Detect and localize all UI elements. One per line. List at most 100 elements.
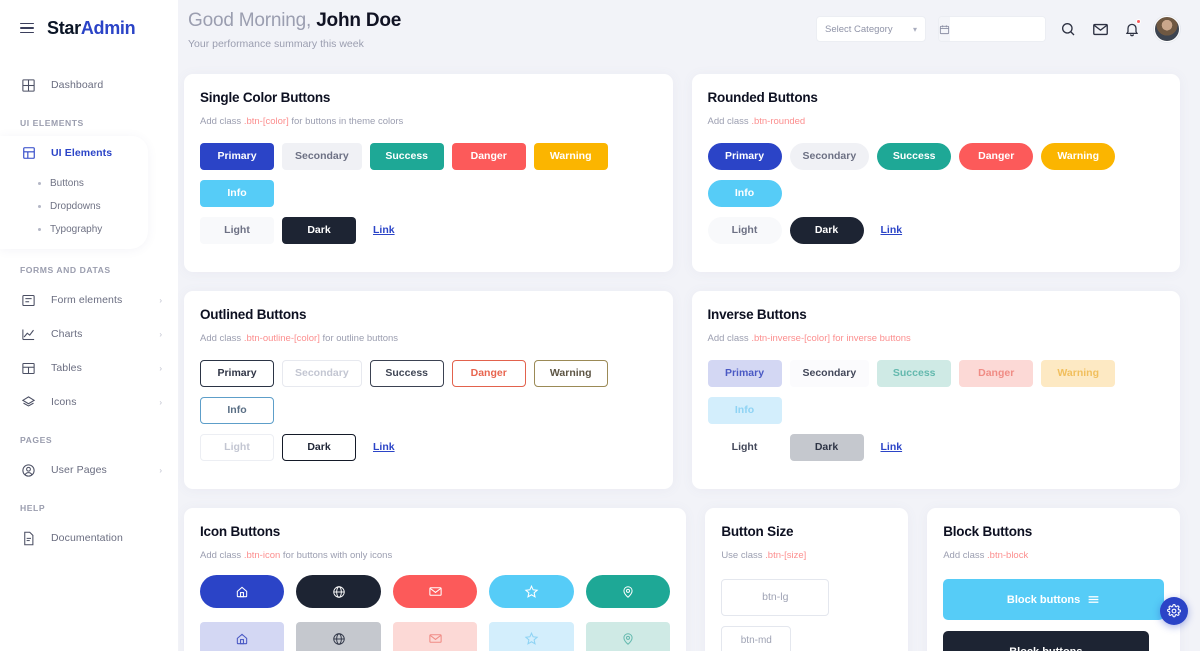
card-title: Inverse Buttons (707, 307, 807, 322)
btn-primary[interactable]: Primary (707, 143, 782, 170)
category-select[interactable]: Select Category ▾ (816, 16, 926, 42)
card-title: Button Size (721, 524, 794, 539)
icon-btn-home[interactable] (200, 575, 285, 608)
icon-btn-star[interactable] (489, 575, 574, 608)
btn-link[interactable]: Link (364, 217, 404, 244)
card-button-size: Button Size Use class .btn-[size] btn-lg… (705, 508, 909, 651)
icon-btn-globe[interactable] (296, 575, 381, 608)
sidebar-item-icons-label: Icons (51, 396, 77, 408)
mail-icon[interactable] (1090, 19, 1110, 39)
btn-inverse-warning[interactable]: Warning (1041, 360, 1116, 387)
block-button-dark[interactable]: Block buttons (943, 631, 1149, 651)
icon-btn-mail[interactable] (392, 575, 478, 608)
sidebar-item-dashboard[interactable]: Dashboard (0, 68, 178, 102)
card-title: Single Color Buttons (200, 90, 331, 105)
btn-outline-warning[interactable]: Warning (533, 360, 608, 387)
btn-secondary[interactable]: Secondary (282, 143, 362, 170)
button-group-row2: Light Dark Link (707, 434, 1165, 471)
btn-outline-info[interactable]: Info (200, 397, 274, 424)
btn-success[interactable]: Success (877, 143, 952, 170)
btn-outline-danger[interactable]: Danger (451, 360, 526, 387)
btn-link[interactable]: Link (872, 217, 912, 244)
btn-warning[interactable]: Warning (533, 143, 608, 170)
btn-inverse-success[interactable]: Success (877, 360, 952, 387)
btn-dark[interactable]: Dark (282, 217, 356, 244)
btn-outline-dark[interactable]: Dark (282, 434, 356, 461)
btn-danger[interactable]: Danger (451, 143, 526, 170)
sidebar-item-form-elements[interactable]: Form elements › (0, 283, 178, 317)
sidebar-item-icons[interactable]: Icons › (0, 385, 178, 419)
btn-inverse-primary[interactable]: Primary (707, 360, 782, 387)
card-rounded-buttons: Rounded Buttons Add class .btn-rounded P… (691, 74, 1180, 272)
btn-outline-secondary[interactable]: Secondary (282, 360, 362, 387)
sidebar-item-charts[interactable]: Charts › (0, 317, 178, 351)
desc-prefix: Add class (200, 550, 242, 561)
brand-logo[interactable]: StarAdmin (47, 18, 136, 39)
card-subtitle: Add class .btn-inverse-[color] for inver… (708, 333, 1165, 344)
btn-size-lg-ghost[interactable]: btn-lg (721, 579, 830, 616)
avatar[interactable] (1154, 16, 1180, 42)
btn-dark[interactable]: Dark (789, 217, 864, 244)
bell-icon[interactable] (1122, 19, 1142, 39)
btn-outline-primary[interactable]: Primary (200, 360, 274, 387)
icon-btn-inverse-home[interactable] (200, 622, 285, 651)
sidebar-item-ui-elements[interactable]: UI Elements (0, 136, 148, 170)
star-icon (524, 631, 539, 646)
btn-info[interactable]: Info (707, 180, 782, 207)
btn-inverse-danger[interactable]: Danger (959, 360, 1034, 387)
mail-icon (428, 584, 443, 599)
btn-inverse-light[interactable]: Light (707, 434, 782, 461)
block-button-info-label: Block buttons (1006, 593, 1081, 606)
sidebar-subitem-dropdowns[interactable]: Dropdowns (0, 195, 148, 218)
sidebar-item-documentation[interactable]: Documentation (0, 521, 178, 555)
sidebar-subitem-buttons[interactable]: Buttons (0, 172, 148, 195)
btn-inverse-secondary[interactable]: Secondary (789, 360, 870, 387)
btn-warning[interactable]: Warning (1041, 143, 1116, 170)
button-group-row2: Light Dark Link (200, 217, 657, 254)
sidebar-item-tables[interactable]: Tables › (0, 351, 178, 385)
btn-light[interactable]: Light (707, 217, 782, 244)
gear-icon (1167, 604, 1181, 618)
btn-light[interactable]: Light (200, 217, 274, 244)
btn-info[interactable]: Info (200, 180, 274, 207)
icon-btn-map-pin[interactable] (585, 575, 671, 608)
btn-success[interactable]: Success (369, 143, 444, 170)
icon-btn-inverse-mail[interactable] (392, 622, 478, 651)
button-group-row1: Primary Secondary Success Danger Warning… (200, 143, 657, 217)
date-input[interactable] (950, 17, 1045, 41)
brand-row: StarAdmin (0, 0, 178, 56)
btn-inverse-dark[interactable]: Dark (789, 434, 864, 461)
topbar-actions: Select Category ▾ (816, 8, 1184, 42)
icon-btn-inverse-globe[interactable] (296, 622, 381, 651)
btn-danger[interactable]: Danger (959, 143, 1034, 170)
globe-icon (332, 585, 346, 599)
date-picker[interactable] (938, 16, 1046, 42)
icon-btn-inverse-star[interactable] (489, 622, 574, 651)
btn-secondary[interactable]: Secondary (789, 143, 870, 170)
hamburger-icon[interactable] (20, 22, 34, 34)
layout-icon (20, 145, 37, 162)
star-icon (524, 584, 539, 599)
btn-primary[interactable]: Primary (200, 143, 274, 170)
card-title: Rounded Buttons (707, 90, 818, 105)
card-subtitle: Add class .btn-rounded (708, 116, 1165, 127)
settings-fab[interactable] (1160, 597, 1188, 625)
desc-suffix: for buttons with only icons (282, 550, 393, 561)
desc-code: .btn-outline-[color] (243, 333, 320, 344)
user-circle-icon (20, 462, 37, 479)
icon-btn-inverse-map-pin[interactable] (585, 622, 671, 651)
block-button-info[interactable]: Block buttons (943, 579, 1164, 620)
home-icon (235, 632, 249, 646)
sidebar-submenu: Buttons Dropdowns Typography (0, 170, 148, 247)
sidebar-item-user-pages[interactable]: User Pages › (0, 453, 178, 487)
btn-link[interactable]: Link (364, 434, 404, 461)
btn-outline-light[interactable]: Light (200, 434, 274, 461)
calendar-icon[interactable] (939, 17, 950, 41)
btn-link[interactable]: Link (872, 434, 912, 461)
sidebar-subitem-typography[interactable]: Typography (0, 218, 148, 241)
search-icon[interactable] (1058, 19, 1078, 39)
btn-size-md-ghost[interactable]: btn-md (721, 626, 792, 651)
card-title: Block Buttons (943, 524, 1033, 539)
btn-inverse-info[interactable]: Info (707, 397, 782, 424)
btn-outline-success[interactable]: Success (369, 360, 444, 387)
